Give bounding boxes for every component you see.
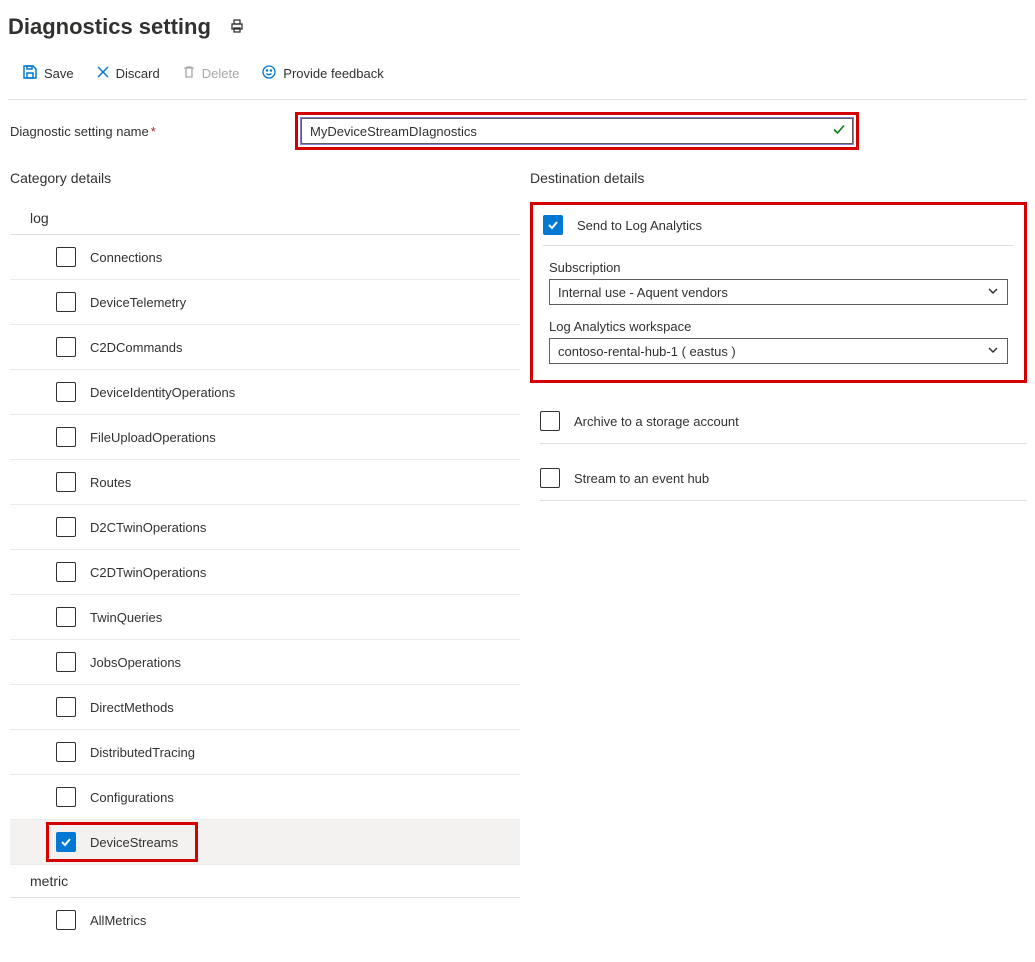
save-icon — [22, 64, 38, 83]
name-highlight-box — [295, 112, 859, 150]
checkbox[interactable] — [56, 292, 76, 312]
chevron-down-icon — [987, 344, 999, 359]
log-analytics-row[interactable]: Send to Log Analytics — [543, 211, 1014, 246]
toolbar: Save Discard Delete — [8, 54, 1027, 100]
setting-name-input[interactable] — [302, 119, 852, 143]
category-label: DeviceStreams — [90, 835, 178, 850]
checkbox[interactable] — [540, 411, 560, 431]
checkbox[interactable] — [56, 517, 76, 537]
checkbox[interactable] — [56, 652, 76, 672]
log-analytics-label: Send to Log Analytics — [577, 218, 702, 233]
workspace-select[interactable]: contoso-rental-hub-1 ( eastus ) — [549, 338, 1008, 364]
category-label: DistributedTracing — [90, 745, 195, 760]
category-row[interactable]: C2DCommands — [10, 325, 520, 370]
setting-name-label: Diagnostic setting name* — [10, 124, 283, 139]
checkbox[interactable] — [56, 382, 76, 402]
subscription-select[interactable]: Internal use - Aquent vendors — [549, 279, 1008, 305]
category-row[interactable]: Connections — [10, 235, 520, 280]
checkbox[interactable] — [56, 337, 76, 357]
discard-button[interactable]: Discard — [88, 61, 168, 86]
checkbox[interactable] — [543, 215, 563, 235]
eventhub-row[interactable]: Stream to an event hub — [540, 458, 1027, 501]
metric-label: AllMetrics — [90, 913, 146, 928]
category-label: Configurations — [90, 790, 174, 805]
category-label: Routes — [90, 475, 131, 490]
name-input-wrap — [301, 118, 853, 144]
log-group-heading: log — [10, 202, 520, 235]
category-label: JobsOperations — [90, 655, 181, 670]
storage-label: Archive to a storage account — [574, 414, 739, 429]
page-title: Diagnostics setting — [8, 14, 211, 40]
checkbox[interactable] — [56, 427, 76, 447]
feedback-label: Provide feedback — [283, 66, 383, 81]
subscription-label: Subscription — [549, 260, 1008, 275]
storage-row[interactable]: Archive to a storage account — [540, 401, 1027, 444]
subscription-field: Subscription Internal use - Aquent vendo… — [543, 260, 1014, 319]
smiley-icon — [261, 64, 277, 83]
delete-label: Delete — [202, 66, 240, 81]
destination-details-heading: Destination details — [530, 170, 1027, 186]
log-analytics-highlight-box: Send to Log Analytics Subscription Inter… — [530, 202, 1027, 383]
category-row[interactable]: JobsOperations — [10, 640, 520, 685]
destination-details-column: Destination details Send to Log Analytic… — [530, 170, 1027, 515]
checkbox[interactable] — [56, 562, 76, 582]
category-label: DeviceTelemetry — [90, 295, 186, 310]
category-row[interactable]: DeviceTelemetry — [10, 280, 520, 325]
category-details-heading: Category details — [10, 170, 520, 186]
workspace-field: Log Analytics workspace contoso-rental-h… — [543, 319, 1014, 364]
checkbox[interactable] — [540, 468, 560, 488]
workspace-label: Log Analytics workspace — [549, 319, 1008, 334]
workspace-value: contoso-rental-hub-1 ( eastus ) — [558, 344, 736, 359]
category-row[interactable]: C2DTwinOperations — [10, 550, 520, 595]
category-label: Connections — [90, 250, 162, 265]
category-row[interactable]: Configurations — [10, 775, 520, 820]
close-icon — [96, 65, 110, 82]
checkbox[interactable] — [56, 697, 76, 717]
category-row[interactable]: DeviceIdentityOperations — [10, 370, 520, 415]
category-label: DeviceIdentityOperations — [90, 385, 235, 400]
trash-icon — [182, 65, 196, 82]
check-icon — [832, 123, 846, 140]
category-label: D2CTwinOperations — [90, 520, 206, 535]
delete-button: Delete — [174, 61, 248, 86]
eventhub-label: Stream to an event hub — [574, 471, 709, 486]
checkbox[interactable] — [56, 607, 76, 627]
checkbox[interactable] — [56, 472, 76, 492]
checkbox[interactable] — [56, 910, 76, 930]
category-row[interactable]: D2CTwinOperations — [10, 505, 520, 550]
required-star: * — [151, 124, 156, 139]
checkbox[interactable] — [56, 787, 76, 807]
category-row[interactable]: DirectMethods — [10, 685, 520, 730]
setting-name-row: Diagnostic setting name* — [8, 112, 1027, 150]
category-row[interactable]: TwinQueries — [10, 595, 520, 640]
checkbox[interactable] — [56, 247, 76, 267]
save-button[interactable]: Save — [14, 60, 82, 87]
metric-row[interactable]: AllMetrics — [10, 898, 520, 942]
category-label: TwinQueries — [90, 610, 162, 625]
page-header: Diagnostics setting — [8, 8, 1027, 54]
category-label: C2DTwinOperations — [90, 565, 206, 580]
checkbox[interactable] — [56, 832, 76, 852]
category-row[interactable]: DistributedTracing — [10, 730, 520, 775]
subscription-value: Internal use - Aquent vendors — [558, 285, 728, 300]
print-icon[interactable] — [229, 18, 245, 37]
category-details-column: Category details log Connections DeviceT… — [10, 170, 520, 942]
chevron-down-icon — [987, 285, 999, 300]
category-row[interactable]: Routes — [10, 460, 520, 505]
checkbox[interactable] — [56, 742, 76, 762]
save-label: Save — [44, 66, 74, 81]
metric-group-heading: metric — [10, 865, 520, 898]
category-row-devicestreams[interactable]: DeviceStreams — [10, 820, 520, 865]
category-label: C2DCommands — [90, 340, 182, 355]
discard-label: Discard — [116, 66, 160, 81]
category-label: DirectMethods — [90, 700, 174, 715]
feedback-button[interactable]: Provide feedback — [253, 60, 391, 87]
category-label: FileUploadOperations — [90, 430, 216, 445]
category-row[interactable]: FileUploadOperations — [10, 415, 520, 460]
